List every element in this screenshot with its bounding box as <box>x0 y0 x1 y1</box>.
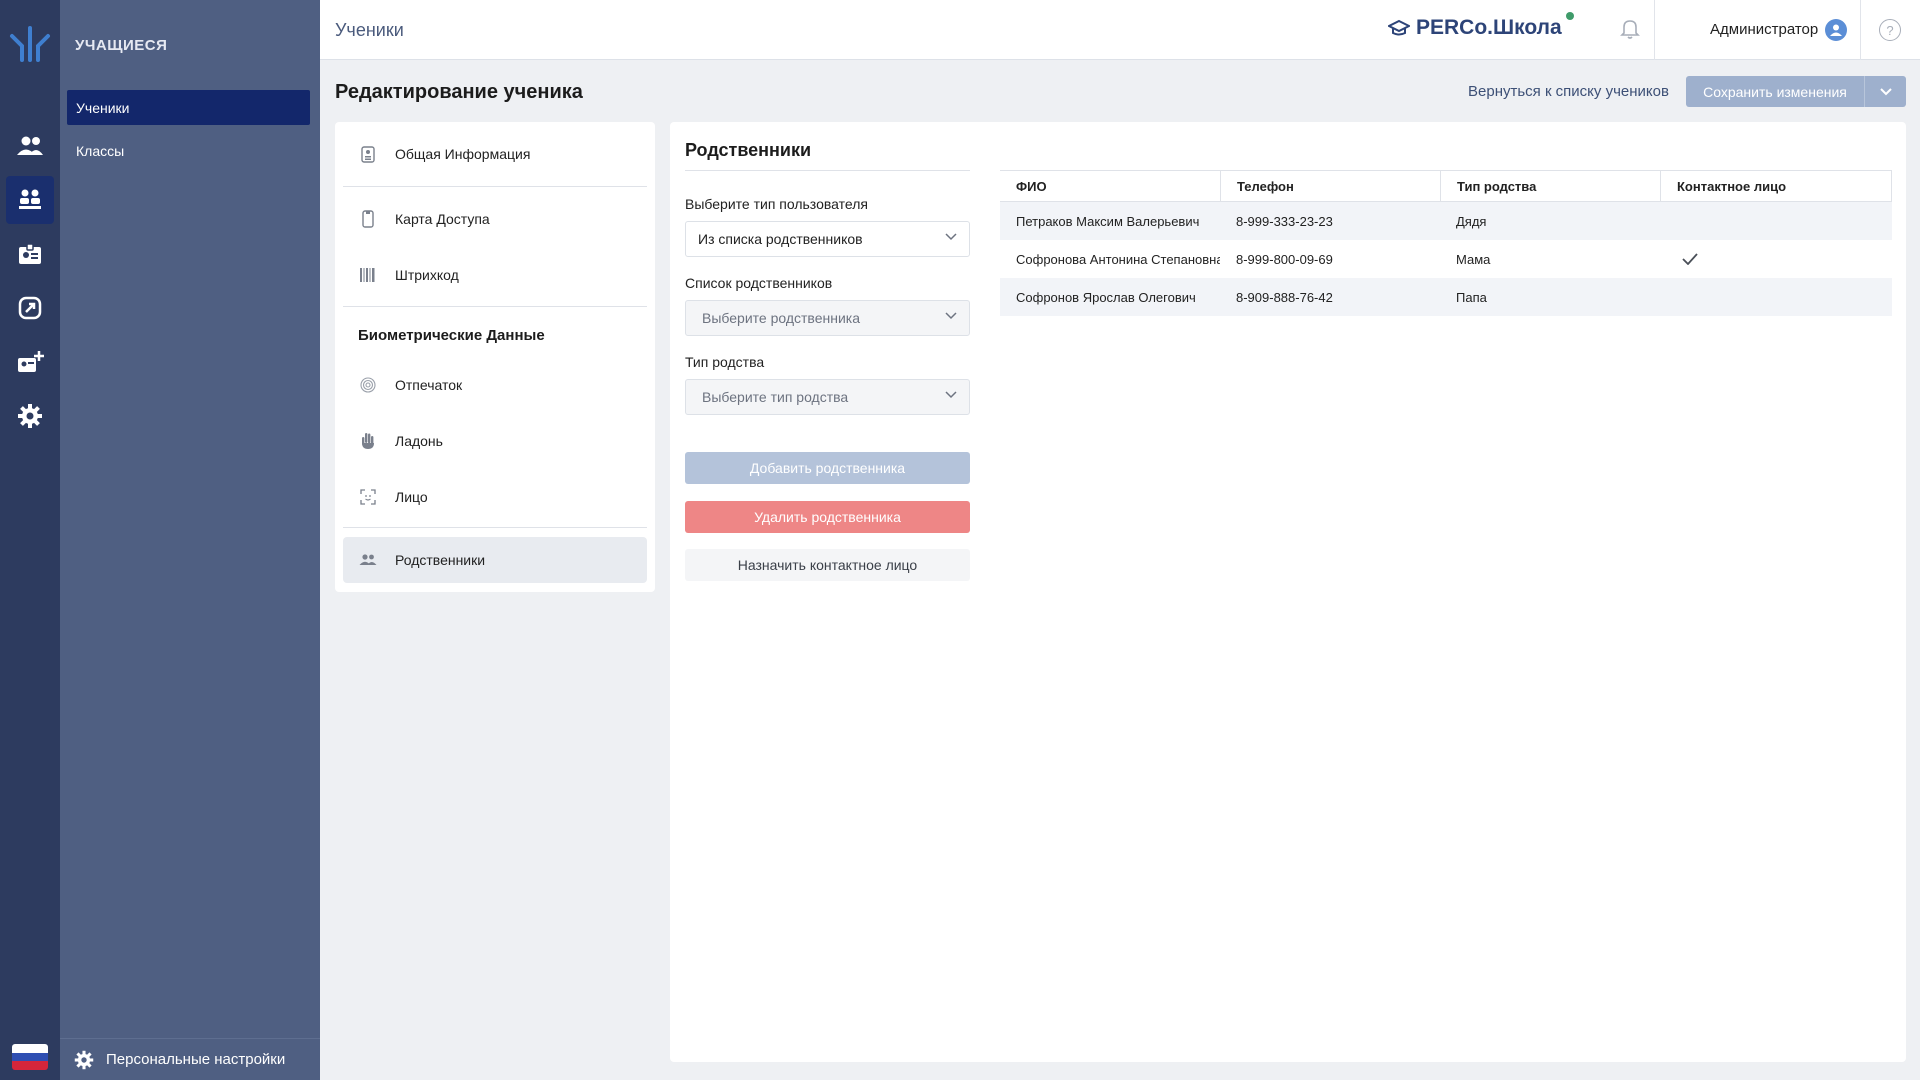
divider <box>343 306 647 307</box>
profile-doc-icon <box>359 145 377 163</box>
save-changes-label: Сохранить изменения <box>1703 83 1847 100</box>
menu-item-label: Отпечаток <box>395 377 463 393</box>
relatives-list-label: Список родственников <box>685 275 833 291</box>
chevron-down-icon <box>945 312 957 320</box>
chevron-down-icon <box>945 391 957 399</box>
bell-icon[interactable] <box>1620 18 1640 45</box>
fingerprint-icon <box>359 376 377 394</box>
menu-item-label: Ладонь <box>395 433 443 449</box>
cell-name: Софронова Антонина Степановна <box>1016 251 1220 267</box>
column-header-phone[interactable]: Телефон <box>1220 171 1440 201</box>
personal-settings-link[interactable]: Персональные настройки <box>60 1038 320 1080</box>
divider <box>343 186 647 187</box>
cell-contact <box>1660 278 1892 316</box>
menu-item-label: Лицо <box>395 489 428 505</box>
cell-phone: 8-999-333-23-23 <box>1236 213 1333 229</box>
user-name[interactable]: Администратор <box>1710 21 1818 38</box>
chevron-down-icon[interactable] <box>1864 76 1906 107</box>
checkmark-icon <box>1682 253 1698 265</box>
topbar-separator <box>1860 0 1861 60</box>
rail-add-card-icon[interactable] <box>6 338 54 386</box>
menu-item-access-card[interactable]: Карта Доступа <box>343 196 647 242</box>
cell-phone: 8-909-888-76-42 <box>1236 289 1333 305</box>
personal-settings-label: Персональные настройки <box>106 1051 286 1068</box>
divider <box>685 170 970 171</box>
page-title: Редактирование ученика <box>335 81 583 103</box>
topbar-separator <box>1654 0 1655 60</box>
save-changes-button[interactable]: Сохранить изменения <box>1686 76 1906 107</box>
icon-rail <box>0 0 60 1080</box>
cell-name: Софронов Ярослав Олегович <box>1016 289 1196 305</box>
cell-contact <box>1660 202 1892 240</box>
face-scan-icon <box>359 488 377 506</box>
cell-kinship: Мама <box>1456 251 1491 267</box>
delete-relative-button[interactable]: Удалить родственника <box>685 501 970 533</box>
sidebar-section-title: УЧАЩИЕСЯ <box>75 37 168 54</box>
menu-item-general[interactable]: Общая Информация <box>343 131 647 177</box>
column-header-kinship[interactable]: Тип родства <box>1440 171 1660 201</box>
menu-item-barcode[interactable]: Штрихкод <box>343 252 647 298</box>
table-row[interactable]: Софронов Ярослав Олегович 8-909-888-76-4… <box>1000 278 1892 316</box>
card-icon <box>359 210 377 228</box>
menu-item-fingerprint[interactable]: Отпечаток <box>343 362 647 408</box>
relatives-list-placeholder: Выберите родственника <box>702 310 860 326</box>
relatives-table: ФИО Телефон Тип родства Контактное лицо … <box>1000 170 1892 316</box>
user-type-label: Выберите тип пользователя <box>685 196 868 212</box>
add-relative-button[interactable]: Добавить родственника <box>685 452 970 484</box>
gear-icon <box>74 1050 94 1069</box>
table-header: ФИО Телефон Тип родства Контактное лицо <box>1000 170 1892 202</box>
graduation-cap-icon <box>1388 19 1410 36</box>
brand-logo: PERCo.Школа <box>1388 12 1576 40</box>
menu-item-label: Родственники <box>395 552 486 568</box>
relatives-panel: Родственники Выберите тип пользователя И… <box>670 122 1906 1062</box>
kinship-type-placeholder: Выберите тип родства <box>702 389 849 405</box>
column-header-name[interactable]: ФИО <box>1000 171 1220 201</box>
perco-logo-icon[interactable] <box>8 22 52 62</box>
sidebar-item-students[interactable]: Ученики <box>67 90 310 125</box>
menu-item-label: Карта Доступа <box>395 211 490 227</box>
sidebar-item-classes[interactable]: Классы <box>67 133 310 168</box>
rail-students-icon[interactable] <box>6 176 54 224</box>
divider <box>343 527 647 528</box>
status-dot <box>1565 12 1574 20</box>
relatives-icon <box>359 551 377 569</box>
cell-phone: 8-999-800-09-69 <box>1236 251 1333 267</box>
cell-kinship: Папа <box>1456 289 1487 305</box>
sidebar: УЧАЩИЕСЯ Ученики Классы Персональные нас… <box>60 0 320 1080</box>
topbar: Ученики PERCo.Школа Администратор ? <box>320 0 1920 60</box>
menu-item-face[interactable]: Лицо <box>343 474 647 520</box>
table-row[interactable]: Софронова Антонина Степановна 8-999-800-… <box>1000 240 1892 278</box>
kinship-type-label: Тип родства <box>685 354 765 370</box>
barcode-icon <box>359 266 377 284</box>
user-type-value: Из списка родственников <box>698 231 863 247</box>
cell-contact <box>1660 240 1892 278</box>
menu-item-palm[interactable]: Ладонь <box>343 418 647 464</box>
menu-item-relatives[interactable]: Родственники <box>343 537 647 583</box>
section-menu: Общая Информация Карта Доступа Штрихкод … <box>335 122 655 592</box>
back-to-list-link[interactable]: Вернуться к списку учеников <box>1468 83 1669 100</box>
cell-kinship: Дядя <box>1456 213 1487 229</box>
avatar-icon[interactable] <box>1825 19 1847 41</box>
table-row[interactable]: Петраков Максим Валерьевич 8-999-333-23-… <box>1000 202 1892 240</box>
user-type-select[interactable]: Из списка родственников <box>685 221 970 257</box>
column-header-contact[interactable]: Контактное лицо <box>1660 171 1892 201</box>
help-icon[interactable]: ? <box>1879 19 1901 41</box>
cell-name: Петраков Максим Валерьевич <box>1016 213 1200 229</box>
assign-contact-button[interactable]: Назначить контактное лицо <box>685 549 970 581</box>
rail-settings-icon[interactable] <box>6 392 54 440</box>
kinship-type-select[interactable]: Выберите тип родства <box>685 379 970 415</box>
biometric-heading: Биометрические Данные <box>358 327 545 344</box>
rail-users-icon[interactable] <box>6 122 54 170</box>
menu-item-label: Общая Информация <box>395 146 531 162</box>
menu-item-label: Штрихкод <box>395 267 459 283</box>
chevron-down-icon <box>945 233 957 241</box>
topbar-title: Ученики <box>335 20 404 40</box>
language-flag-icon[interactable] <box>12 1044 48 1070</box>
rail-id-card-icon[interactable] <box>6 230 54 278</box>
rail-link-icon[interactable] <box>6 284 54 332</box>
brand-name: PERCo.Школа <box>1416 16 1562 39</box>
palm-icon <box>359 432 377 450</box>
relatives-title: Родственники <box>685 140 812 160</box>
relatives-list-select[interactable]: Выберите родственника <box>685 300 970 336</box>
